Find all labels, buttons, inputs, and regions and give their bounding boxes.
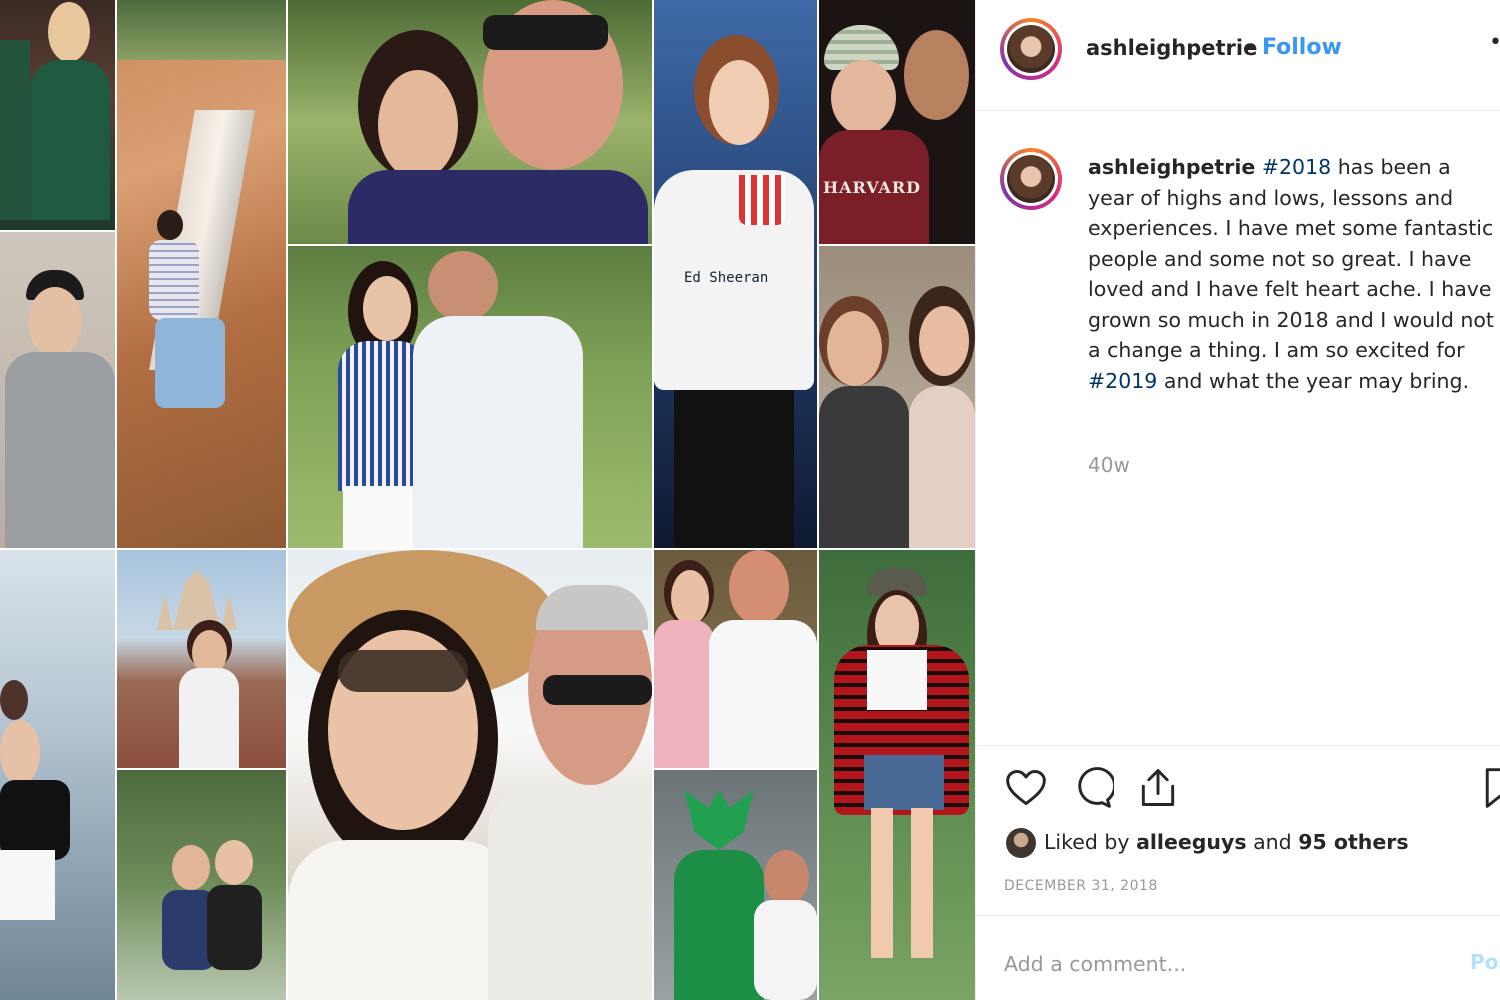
- hashtag-2018-link[interactable]: #2018: [1262, 155, 1331, 179]
- post-comment-button[interactable]: Post: [1470, 950, 1500, 974]
- caption-text-part2: and what the year may bring.: [1157, 368, 1470, 393]
- more-options-icon[interactable]: •: [1489, 30, 1500, 55]
- photo-two-friends-outdoors: [117, 770, 286, 1000]
- post-date[interactable]: DECEMBER 31, 2018: [1004, 878, 1158, 894]
- sweater-print-text: HARVARD: [823, 178, 922, 197]
- hashtag-2019-link[interactable]: #2019: [1088, 369, 1157, 393]
- photo-mascot: [654, 770, 817, 1000]
- photo-young-man-cap: [0, 232, 115, 548]
- caption-timestamp[interactable]: 40w: [1088, 453, 1130, 477]
- photo-couple-park: [288, 246, 652, 548]
- shirt-print-text: Ed Sheeran: [684, 270, 769, 286]
- heart-icon: [1006, 770, 1046, 806]
- photo-friends-night-out: [0, 0, 115, 230]
- photo-formal-event: [654, 550, 817, 768]
- add-comment-input[interactable]: [1004, 948, 1444, 980]
- bookmark-icon: [1485, 768, 1500, 808]
- share-button[interactable]: [1136, 766, 1180, 810]
- header-avatar[interactable]: [1000, 18, 1062, 80]
- actions-divider: [976, 745, 1500, 746]
- post-details-panel: ashleighpetrie • Follow • ashleighpetrie…: [975, 0, 1500, 1000]
- comment-button[interactable]: [1070, 766, 1117, 810]
- likes-middle: and: [1246, 830, 1299, 854]
- photo-sunhat-selfie: [288, 550, 652, 1000]
- caption-text-part1: has been a year of highs and lows, lesso…: [1088, 155, 1494, 362]
- photo-mother-daughter: [819, 246, 975, 548]
- header-divider: [976, 110, 1500, 111]
- photo-waterfall-rocks: [117, 0, 286, 548]
- likes-prefix: Liked by: [1044, 830, 1137, 854]
- save-button[interactable]: [1481, 766, 1500, 810]
- comment-divider: [976, 915, 1500, 916]
- like-button[interactable]: [1004, 766, 1048, 810]
- photo-selfie-father-daughter: [288, 0, 652, 244]
- caption-username-link[interactable]: ashleighpetrie: [1088, 155, 1255, 179]
- likes-others-link[interactable]: 95 others: [1298, 830, 1408, 854]
- photo-city-view: [0, 550, 115, 1000]
- header-username-link[interactable]: ashleighpetrie: [1086, 36, 1257, 60]
- likes-summary: Liked by alleeguys and 95 others: [1006, 828, 1409, 858]
- photo-concert-girl: Ed Sheeran: [654, 0, 817, 548]
- header-separator: •: [1244, 36, 1257, 60]
- comment-icon: [1078, 767, 1117, 808]
- liker-username-link[interactable]: alleeguys: [1136, 830, 1247, 854]
- photo-flannel-girl: [819, 550, 975, 1000]
- follow-button[interactable]: Follow: [1262, 35, 1342, 60]
- photo-disneyland-castle: [117, 550, 286, 768]
- share-icon: [1141, 769, 1175, 806]
- caption-avatar[interactable]: [1000, 148, 1062, 210]
- photo-harvard-friends: HARVARD: [819, 0, 975, 244]
- post-image-collage[interactable]: Ed Sheeran HARVARD: [0, 0, 975, 1000]
- post-caption: ashleighpetrie #2018 has been a year of …: [1088, 152, 1498, 396]
- liker-avatar: [1006, 828, 1036, 858]
